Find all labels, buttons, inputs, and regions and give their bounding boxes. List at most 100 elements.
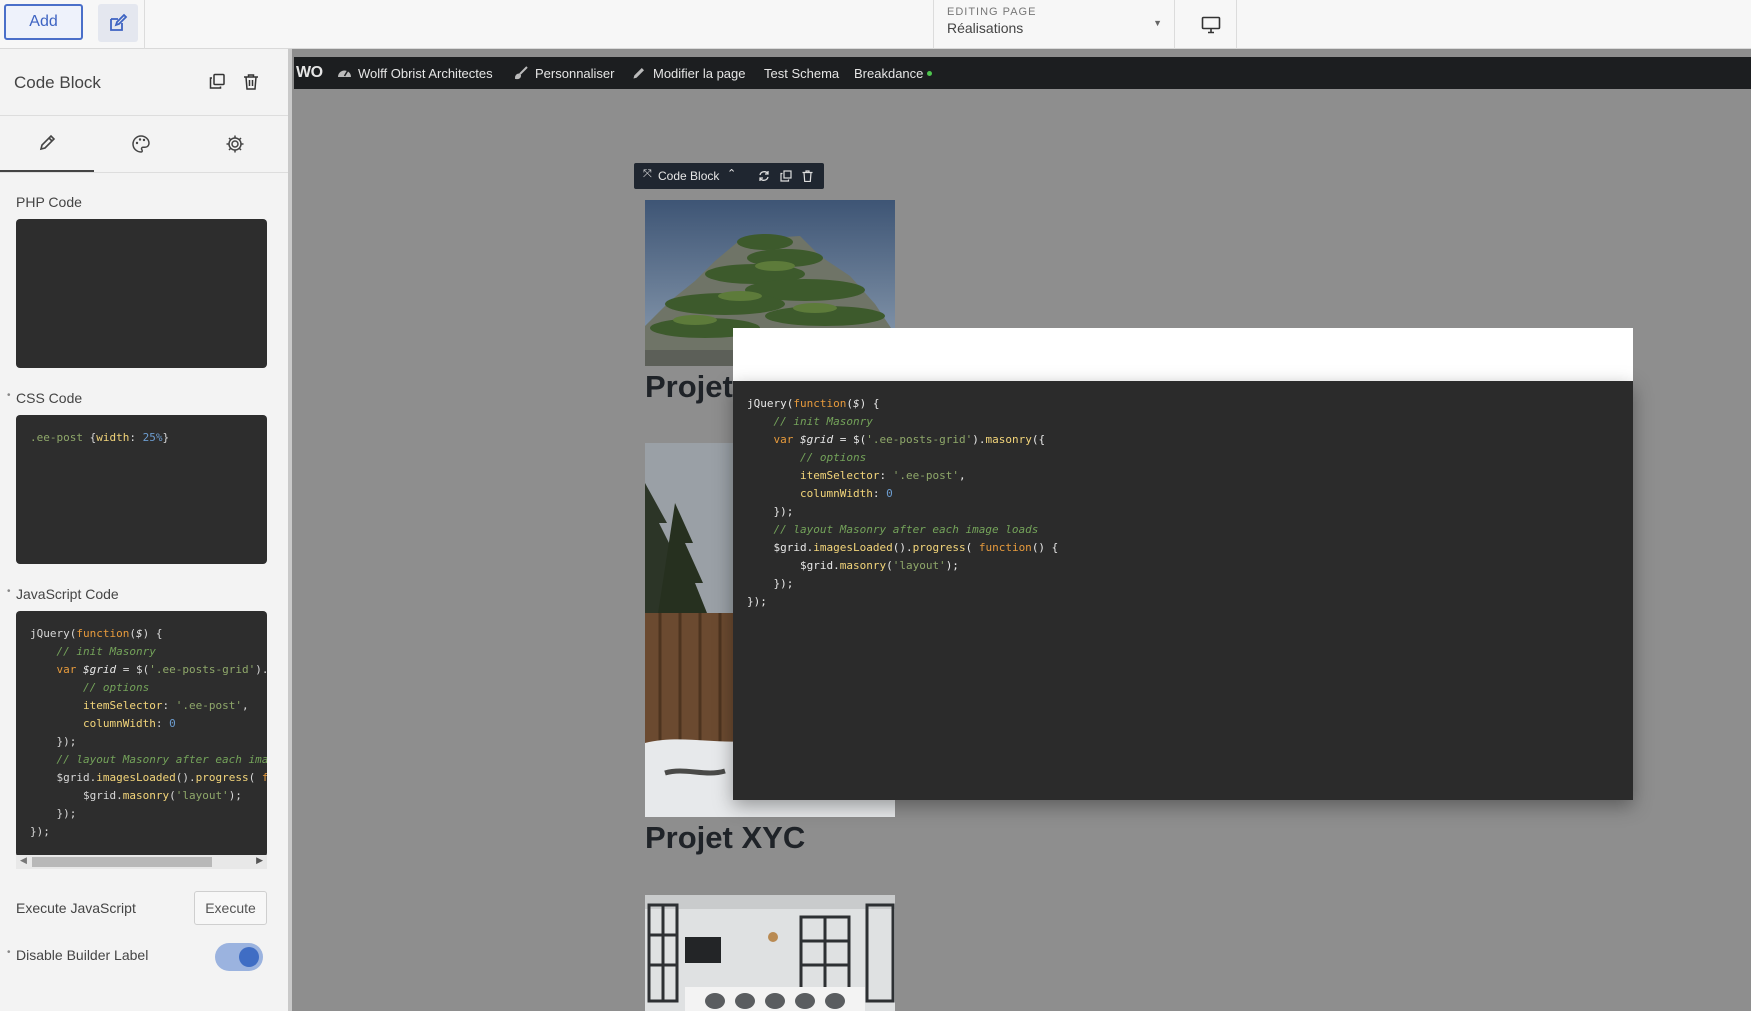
code-token: progress	[195, 771, 249, 784]
tab-content[interactable]	[0, 116, 94, 172]
code-token: 25%	[142, 431, 163, 444]
js-code-label: JavaScript Code	[16, 586, 119, 602]
disable-label-wrap: • Disable Builder Label	[7, 947, 148, 963]
code-token: 'layout'	[892, 559, 946, 572]
disable-builder-label-toggle[interactable]	[215, 943, 263, 971]
move-icon[interactable]: ⤧	[643, 168, 652, 181]
panel-scrollbar[interactable]	[288, 49, 292, 1011]
code-token: // init Masonry	[747, 415, 873, 428]
code-token: (	[886, 559, 893, 572]
code-token: $grid	[83, 663, 117, 676]
code-token: '.ee-posts-grid'	[866, 433, 973, 446]
pencil-icon	[39, 134, 56, 151]
divider	[1174, 0, 1175, 49]
refresh-icon[interactable]	[758, 170, 770, 182]
code-token: width	[96, 431, 130, 444]
trash-icon[interactable]	[243, 73, 259, 90]
code-token: '.ee-post'	[175, 699, 242, 712]
css-code-editor[interactable]: .ee-post {width: 25%}	[16, 415, 267, 564]
js-code-editor[interactable]: jQuery(function($) { // init Masonry var…	[16, 611, 267, 857]
post-image[interactable]	[645, 895, 895, 1011]
code-token: var	[56, 663, 83, 676]
gear-icon	[226, 135, 244, 153]
code-token: ,	[241, 699, 249, 712]
code-token: progress	[912, 541, 966, 554]
code-token: );	[945, 559, 959, 572]
element-settings-panel: Code Block PHP Code • CSS Code .ee-post …	[0, 49, 288, 1011]
post-title[interactable]: Projet	[645, 369, 733, 405]
code-token: columnWidth	[799, 487, 873, 500]
post-title[interactable]: Projet XYC	[645, 820, 805, 856]
breakdance-link[interactable]: Breakdance	[854, 57, 933, 89]
code-token: });	[30, 735, 77, 748]
monitor-icon	[1201, 16, 1221, 33]
code-token: jQuery(	[30, 627, 77, 640]
php-code-editor[interactable]	[16, 219, 267, 368]
trash-icon[interactable]	[802, 170, 813, 182]
test-schema-link[interactable]: Test Schema	[764, 57, 839, 89]
code-token: $	[852, 397, 860, 410]
code-token: // layout Masonry after each image loads	[747, 523, 1039, 536]
code-token: = $(	[116, 663, 150, 676]
edit-button[interactable]	[98, 4, 138, 42]
scrollbar-thumb[interactable]	[32, 857, 212, 867]
add-button[interactable]: Add	[4, 4, 83, 40]
js-editor-scrollbar[interactable]: ◀ ▶	[16, 855, 267, 869]
tab-style[interactable]	[94, 116, 188, 172]
code-preview-modal-header	[733, 328, 1633, 381]
code-token: imagesLoaded	[96, 771, 176, 784]
status-dot-icon	[927, 70, 933, 76]
code-token: var	[773, 433, 800, 446]
editing-page-label: EDITING PAGE	[947, 6, 1037, 18]
code-token: $grid.	[30, 789, 123, 802]
panel-tabs	[0, 116, 288, 173]
execute-js-label: Execute JavaScript	[16, 900, 136, 916]
editing-page-select[interactable]: EDITING PAGE Réalisations ▼	[934, 0, 1174, 49]
divider	[1236, 0, 1237, 49]
site-logo[interactable]: WO	[296, 57, 323, 89]
element-toolbar-label[interactable]: Code Block	[658, 169, 719, 183]
code-token: // init Masonry	[30, 645, 156, 658]
code-token: itemSelector	[82, 699, 163, 712]
php-code-label: PHP Code	[16, 194, 82, 210]
code-token: $grid.	[747, 541, 814, 554]
code-token: '.ee-posts-grid'	[149, 663, 256, 676]
breakdance-label: Breakdance	[854, 65, 924, 81]
chevron-up-icon[interactable]: ⌃	[727, 167, 736, 180]
code-token: ({	[1031, 433, 1046, 446]
code-token: });	[747, 595, 767, 608]
code-token: // options	[747, 451, 867, 464]
code-token: $grid.	[747, 559, 840, 572]
site-name-link[interactable]: Wolff Obrist Architectes	[337, 57, 493, 89]
code-token: ,	[958, 469, 966, 482]
code-token: ).	[972, 433, 986, 446]
panel-title: Code Block	[14, 73, 101, 92]
duplicate-icon[interactable]	[780, 170, 792, 182]
customize-link[interactable]: Personnaliser	[514, 57, 615, 89]
scroll-right-icon[interactable]: ▶	[256, 855, 263, 866]
css-code-label: CSS Code	[16, 390, 83, 406]
edit-page-link[interactable]: Modifier la page	[632, 57, 746, 89]
execute-button[interactable]: Execute	[194, 891, 267, 925]
code-token: ().	[175, 771, 196, 784]
code-token: :	[162, 699, 176, 712]
code-token: imagesLoaded	[813, 541, 893, 554]
code-token: });	[30, 825, 50, 838]
code-token: .ee-post	[30, 431, 90, 444]
code-token: });	[747, 505, 794, 518]
scroll-left-icon[interactable]: ◀	[20, 855, 27, 866]
code-token: jQuery(	[747, 397, 794, 410]
chevron-down-icon: ▼	[1153, 18, 1162, 28]
code-token: ).	[255, 663, 267, 676]
tab-settings[interactable]	[188, 116, 282, 172]
code-token: '.ee-post'	[892, 469, 959, 482]
bullet-icon: •	[7, 947, 11, 958]
desktop-preview-button[interactable]	[1186, 0, 1236, 49]
wp-admin-bar: WO Wolff Obrist Architectes Personnalise…	[294, 57, 1751, 89]
code-token: function	[793, 397, 847, 410]
duplicate-icon[interactable]	[209, 73, 226, 90]
